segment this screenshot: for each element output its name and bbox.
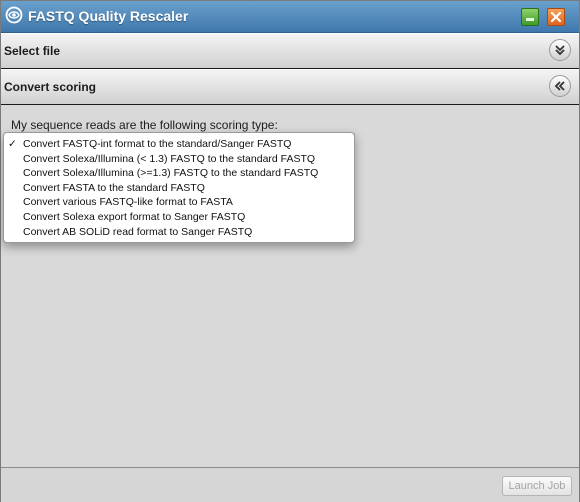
option-label: Convert FASTQ-int format to the standard…: [23, 138, 292, 150]
section-title-convert-scoring: Convert scoring: [4, 80, 97, 94]
app-logo-icon: [5, 6, 23, 24]
app-window: FASTQ Quality Rescaler Select file Conve…: [0, 0, 580, 502]
close-icon: [550, 11, 562, 23]
dropdown-option[interactable]: Convert FASTA to the standard FASTQ: [4, 181, 354, 196]
scoring-type-label: My sequence reads are the following scor…: [11, 118, 278, 132]
option-label: Convert Solexa/Illumina (< 1.3) FASTQ to…: [23, 152, 316, 165]
option-label: Convert various FASTQ-like format to FAS…: [23, 196, 233, 209]
title-bar: FASTQ Quality Rescaler: [1, 1, 579, 33]
footer-bar: Launch Job: [1, 467, 579, 502]
minimize-button[interactable]: [521, 8, 539, 26]
selected-check-icon: ✓: [8, 138, 17, 150]
section-convert-scoring[interactable]: Convert scoring: [1, 69, 579, 105]
scoring-type-dropdown-list: ✓ Convert FASTQ-int format to the standa…: [3, 132, 355, 243]
window-title: FASTQ Quality Rescaler: [28, 8, 189, 24]
dropdown-option[interactable]: Convert Solexa export format to Sanger F…: [4, 210, 354, 225]
option-label: Convert Solexa/Illumina (>=1.3) FASTQ to…: [23, 167, 319, 180]
dropdown-option[interactable]: Convert various FASTQ-like format to FAS…: [4, 195, 354, 210]
launch-job-button[interactable]: Launch Job: [502, 476, 572, 496]
dropdown-option[interactable]: ✓ Convert FASTQ-int format to the standa…: [4, 137, 354, 152]
option-label: Convert AB SOLiD read format to Sanger F…: [23, 225, 253, 238]
section-title-select-file: Select file: [4, 44, 61, 58]
chevron-double-down-icon: [555, 45, 565, 56]
expand-select-file-button[interactable]: [549, 39, 571, 61]
dropdown-option[interactable]: Convert AB SOLiD read format to Sanger F…: [4, 225, 354, 240]
close-button[interactable]: [547, 8, 565, 26]
dropdown-option[interactable]: Convert Solexa/Illumina (< 1.3) FASTQ to…: [4, 152, 354, 167]
section-select-file[interactable]: Select file: [1, 33, 579, 69]
dropdown-option[interactable]: Convert Solexa/Illumina (>=1.3) FASTQ to…: [4, 166, 354, 181]
chevron-double-left-icon: [554, 81, 565, 91]
collapse-convert-scoring-button[interactable]: [549, 75, 571, 97]
option-label: Convert Solexa export format to Sanger F…: [23, 210, 246, 223]
option-label: Convert FASTA to the standard FASTQ: [23, 181, 205, 194]
